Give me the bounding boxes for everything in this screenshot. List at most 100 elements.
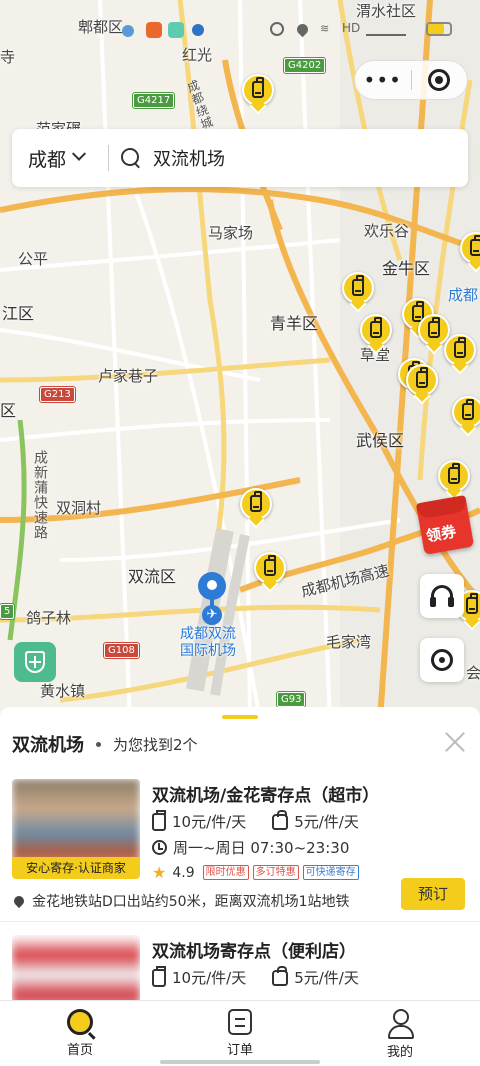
separator-dot: [96, 741, 101, 747]
rating-value: 4.9: [172, 864, 195, 881]
more-icon[interactable]: •••: [355, 70, 411, 90]
orders-icon: [228, 1009, 252, 1035]
map-label-shuangdongcun: 双洞村: [56, 499, 102, 517]
app-root: 郫都区 渭水社区 寺 红光 范家碾 马家场 欢乐谷 公平 金牛区 成都 江区 青…: [0, 0, 480, 1066]
map-label-shuangliu: 双流区: [128, 567, 177, 586]
luggage-icon: [416, 367, 428, 388]
price-bag: 5元/件/天: [294, 813, 359, 831]
luggage-icon: [252, 77, 264, 98]
star-icon: ★: [152, 863, 167, 882]
target-icon: [428, 69, 451, 91]
storage-pin[interactable]: [254, 552, 286, 593]
luggage-icon: [370, 317, 382, 338]
map-label-maojiawan: 毛家湾: [326, 633, 372, 651]
store-photo: [12, 935, 140, 1007]
luggage-icon: [466, 593, 478, 614]
certified-badge: 安心寄存·认证商家: [12, 857, 140, 879]
luggage-icon: [352, 275, 364, 296]
map-label-jinniu: 金牛区: [382, 259, 431, 278]
storage-pin[interactable]: [406, 364, 438, 405]
luggage-icon: [448, 463, 460, 484]
clock-icon: [152, 840, 167, 855]
close-icon[interactable]: [444, 731, 466, 753]
airport-marker[interactable]: ✈: [198, 572, 226, 625]
suitcase-icon: [152, 809, 166, 831]
tab-home[interactable]: 首页: [0, 1001, 160, 1066]
storage-pin[interactable]: [460, 232, 480, 273]
battery-icon: [426, 22, 452, 36]
tag-express: 可快递寄存: [302, 865, 359, 880]
tab-bar: 首页 订单 我的: [0, 1000, 480, 1066]
storage-pin[interactable]: [342, 272, 374, 313]
drag-handle[interactable]: [222, 715, 258, 719]
storage-pin[interactable]: [444, 334, 476, 375]
tab-orders[interactable]: 订单: [160, 1001, 320, 1066]
search-home-icon: [67, 1009, 93, 1035]
map-label-gezilin: 鸽子林: [26, 609, 72, 627]
paw-icon: [122, 25, 134, 37]
map-label-wuhou: 武侯区: [356, 431, 405, 450]
store-card[interactable]: 安心寄存·认证商家 双流机场/金花寄存点（超市） 10元/件/天 5元/件/天 …: [0, 779, 480, 919]
store-address: 金花地铁站D口出站约50米，距离双流机场1站地铁: [11, 891, 350, 911]
airport-marker-dot: [207, 580, 217, 590]
storage-pin[interactable]: [240, 488, 272, 529]
map-label-huanlegu: 欢乐谷: [364, 222, 410, 240]
map-label-lujiaxiangzi: 卢家巷子: [98, 367, 159, 385]
locate-icon: [431, 649, 453, 671]
luggage-icon: [264, 555, 276, 576]
tab-me-label: 我的: [386, 1045, 413, 1060]
customer-service-button[interactable]: [420, 574, 464, 618]
storage-pin[interactable]: [360, 314, 392, 355]
road-badge-g4202: G4202: [282, 57, 327, 74]
storage-pin[interactable]: [452, 396, 480, 437]
status-bar: ≋ HD: [0, 0, 480, 60]
price-luggage: 10元/件/天: [172, 969, 247, 987]
luggage-icon: [250, 491, 262, 512]
results-header: 双流机场 为您找到2个: [0, 725, 480, 763]
storage-pin[interactable]: [242, 74, 274, 115]
road-badge-g93: G93: [275, 691, 307, 708]
search-divider: [108, 145, 109, 171]
map-label-hui: 会: [466, 664, 480, 682]
battery-level: [428, 24, 444, 34]
store-name: 双流机场/金花寄存点（超市）: [152, 786, 380, 806]
map-label-qingyang: 青羊区: [270, 314, 319, 333]
chevron-down-icon: [71, 146, 87, 161]
road-badge-g213: G213: [39, 386, 76, 403]
safety-button[interactable]: [14, 642, 56, 682]
book-button[interactable]: 预订: [401, 878, 465, 910]
shield-icon: [25, 651, 45, 673]
luggage-icon: [462, 399, 474, 420]
map-label-gongping: 公平: [18, 250, 49, 268]
map[interactable]: 郫都区 渭水社区 寺 红光 范家碾 马家场 欢乐谷 公平 金牛区 成都 江区 青…: [0, 0, 480, 720]
search-input[interactable]: [153, 147, 443, 169]
tab-me[interactable]: 我的: [320, 1001, 480, 1066]
store-card[interactable]: 双流机场寄存点（便利店） 10元/件/天 5元/件/天: [0, 935, 480, 1007]
road-badge-g4217: G4217: [131, 92, 176, 109]
address-text: 金花地铁站D口出站约50米，距离双流机场1站地铁: [32, 894, 350, 910]
close-miniprogram-button[interactable]: [411, 69, 467, 91]
locate-button[interactable]: [420, 638, 464, 682]
results-title: 双流机场: [12, 735, 84, 756]
headset-icon: [430, 585, 454, 607]
hd-label: HD: [342, 21, 361, 35]
map-label-jiangqu: 江区: [2, 304, 35, 323]
coupon-button[interactable]: 领券: [415, 493, 480, 555]
results-panel: 双流机场 为您找到2个 安心寄存·认证商家 双流机场/金花寄存点（超市） 10元…: [0, 707, 480, 1007]
store-rating: ★ 4.9 限时优惠 多订特惠 可快递寄存: [152, 863, 359, 882]
location-status-icon: [294, 21, 311, 38]
store-photo: 安心寄存·认证商家: [12, 779, 140, 879]
card-divider: [0, 921, 480, 922]
bag-icon: [272, 809, 289, 830]
price-luggage: 10元/件/天: [172, 813, 247, 831]
city-selector[interactable]: 成都: [12, 145, 108, 172]
tab-orders-label: 订单: [226, 1043, 253, 1058]
bag-icon: [272, 965, 289, 986]
road-badge-g108: G108: [103, 642, 140, 659]
tag-limited-offer: 限时优惠: [202, 865, 249, 880]
app-icon-blue: [192, 24, 204, 36]
store-hours: 周一~周日 07:30~23:30: [152, 837, 349, 858]
search-bar: 成都: [12, 129, 468, 187]
map-label-chengdu: 成都: [448, 286, 479, 304]
app-icon-teal: [168, 22, 184, 38]
